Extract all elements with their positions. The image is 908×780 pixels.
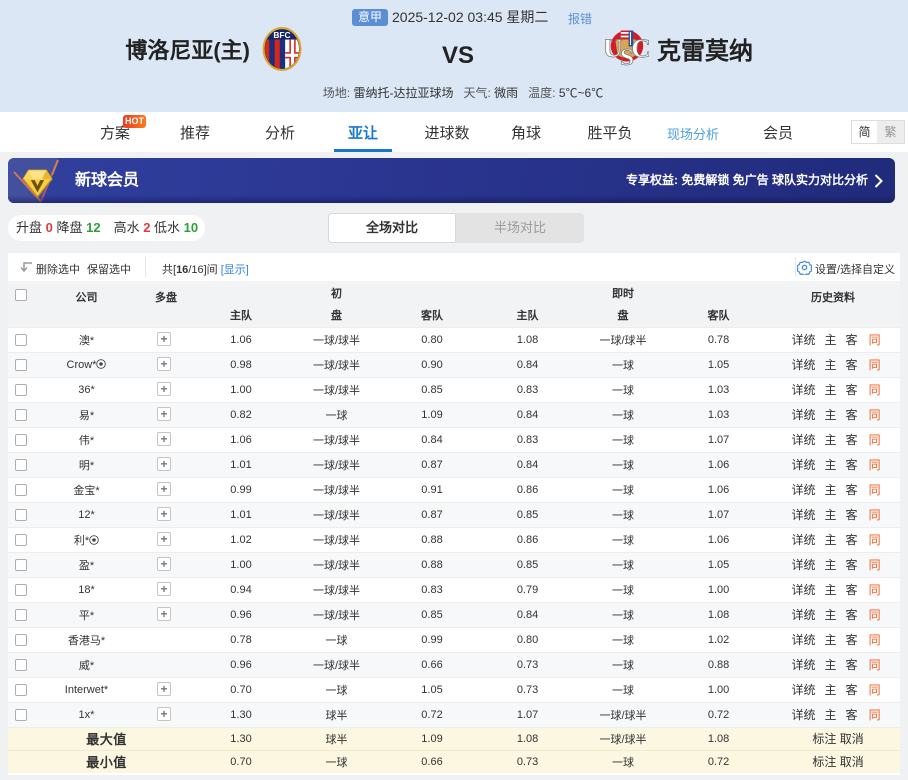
svg-text:BFC: BFC [273, 30, 290, 40]
svg-text:S: S [620, 44, 634, 67]
